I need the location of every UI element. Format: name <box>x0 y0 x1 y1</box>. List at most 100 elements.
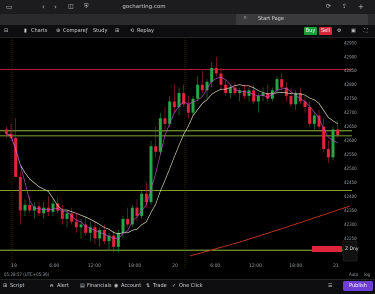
shield-icon[interactable]: ⛨ <box>84 2 89 12</box>
sell-button[interactable]: Sell <box>319 27 332 35</box>
x-tick-label: 18:00 <box>289 263 302 269</box>
compare-button[interactable]: Compare <box>63 27 86 35</box>
candle-body <box>200 84 204 91</box>
x-tick-label: 12:00 <box>88 263 101 269</box>
study-button[interactable]: Study <box>93 27 107 35</box>
account-icon[interactable]: ◉ <box>114 283 118 289</box>
candle-body <box>252 90 256 102</box>
trade-button[interactable]: Trade <box>153 283 167 289</box>
tabs-icon[interactable]: ◫ <box>68 2 74 12</box>
candle-body <box>154 146 158 152</box>
y-tick-label: 42350 <box>344 208 357 213</box>
order-label: Z Dny <box>345 246 359 252</box>
bell-icon[interactable]: ⍾ <box>50 283 53 289</box>
new-tab-icon[interactable]: + <box>358 2 364 12</box>
address-bar[interactable]: gocharting.com <box>122 3 166 11</box>
account-button[interactable]: Account <box>121 283 141 289</box>
financials-button[interactable]: Financials <box>87 283 112 289</box>
sidebar-toggle-icon[interactable]: ▭ <box>6 2 13 12</box>
candle-body <box>102 230 106 242</box>
candle-body <box>280 79 284 88</box>
candle-body <box>326 149 330 158</box>
gear-icon[interactable]: ⚙ <box>337 27 341 35</box>
candle-body <box>121 218 125 233</box>
candle-body <box>168 101 172 124</box>
candle-body <box>79 224 83 228</box>
forward-icon[interactable]: › <box>54 2 57 12</box>
candle-body <box>196 84 200 99</box>
reload-icon[interactable]: ⟳ <box>326 2 331 12</box>
y-axis-ticks: 42950 42900 42850 42800 42750 42700 42650 42600… <box>344 40 357 255</box>
publish-button[interactable]: Publish <box>343 281 373 291</box>
script-button[interactable]: Script <box>10 283 25 289</box>
candle-body <box>214 67 218 74</box>
candle-body <box>4 129 8 134</box>
layout-icon-bottom[interactable]: ⊞ <box>3 283 7 289</box>
x-tick-label: 12:00 <box>249 263 262 269</box>
candle-body <box>70 213 74 222</box>
candle-body <box>93 227 97 239</box>
auto-scale-toggle[interactable]: Auto <box>349 272 358 277</box>
candle-body <box>210 67 214 82</box>
y-tick-label: 42450 <box>344 180 357 185</box>
candle-body <box>219 73 223 85</box>
candle-body <box>140 193 144 217</box>
x-tick-label: 6:00 <box>49 263 59 269</box>
y-tick-label: 42900 <box>344 54 357 59</box>
layout-icon[interactable]: ⊞ <box>115 27 119 35</box>
candle-body <box>172 101 176 108</box>
back-icon[interactable]: ‹ <box>42 2 45 12</box>
y-tick-label: 42400 <box>344 194 357 199</box>
candle-body <box>23 204 27 211</box>
y-tick-label: 42500 <box>344 166 357 171</box>
x-tick-label: 6:00 <box>210 263 220 269</box>
charts-button[interactable]: Charts <box>31 27 47 35</box>
candle-body <box>308 107 312 124</box>
camera-icon[interactable]: ▣ <box>351 27 356 35</box>
candle-body <box>116 232 120 247</box>
y-tick-label: 42600 <box>344 138 357 143</box>
y-tick-label: 42700 <box>344 110 357 115</box>
candle-body <box>28 204 32 211</box>
candle-body <box>18 176 22 211</box>
candle-body <box>130 207 134 225</box>
candle-body <box>126 218 130 225</box>
x-tick-label: 18:00 <box>128 263 141 269</box>
share-icon[interactable]: ⇪ <box>342 2 347 12</box>
horizontal-levels <box>0 38 352 270</box>
candle-body <box>98 230 102 239</box>
buy-button[interactable]: Buy <box>304 27 317 35</box>
candle-body <box>331 129 335 158</box>
trade-icon[interactable]: ⇅ <box>146 283 150 289</box>
symbol-icon[interactable]: ⊟ <box>4 27 8 35</box>
one-click-button[interactable]: One Click <box>179 283 203 289</box>
replay-icon[interactable]: ⟲ <box>130 27 134 35</box>
y-tick-label: 42800 <box>344 82 357 87</box>
charts-icon[interactable]: ▮ <box>24 27 27 35</box>
candle-body <box>42 207 46 214</box>
fullscreen-icon[interactable]: ⛶ <box>364 27 368 35</box>
tab-start-page[interactable] <box>236 14 368 25</box>
alert-button[interactable]: Alert <box>57 283 69 289</box>
candle-body <box>112 235 116 247</box>
x-tick-label: 19 <box>11 263 17 269</box>
replay-button[interactable]: Replay <box>137 27 154 35</box>
y-tick-label: 42650 <box>344 124 357 129</box>
candle-body <box>60 210 64 219</box>
candle-body <box>56 203 60 211</box>
candle-body <box>275 79 279 91</box>
tab-close-icon[interactable]: × <box>243 15 247 21</box>
y-tick-label: 42750 <box>344 96 357 101</box>
compare-icon[interactable]: ⊕ <box>56 27 60 35</box>
y-tick-label: 42950 <box>344 40 357 45</box>
price-chart[interactable]: 19 6:00 12:00 18:00 20 6:00 12:00 18:00 21 42950… <box>0 38 375 270</box>
one-click-icon[interactable]: ✓ <box>172 283 176 289</box>
study-icon[interactable]: ƒ <box>86 27 88 35</box>
log-scale-toggle[interactable]: log <box>364 272 370 277</box>
candlesticks <box>4 56 340 253</box>
menu-icon[interactable]: ☰ <box>328 283 332 289</box>
financials-icon[interactable]: ▤ <box>80 283 85 289</box>
y-tick-label: 42250 <box>344 236 357 241</box>
candle-body <box>51 203 55 212</box>
tab-label: Start Page <box>258 16 284 22</box>
